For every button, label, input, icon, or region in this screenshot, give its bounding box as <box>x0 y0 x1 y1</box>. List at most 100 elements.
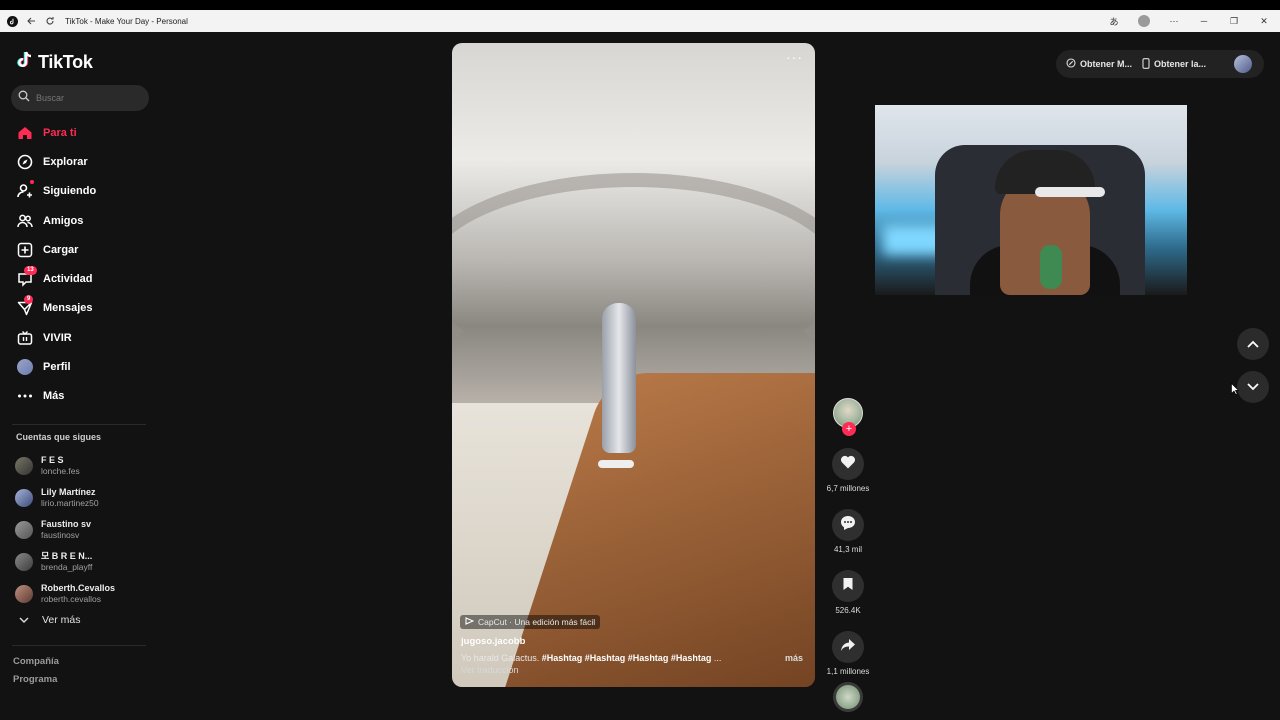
browser-titlebar: TikTok - Make Your Day - Personal あ ⋯ ─ … <box>0 10 1280 32</box>
top-strip <box>0 0 1280 10</box>
following-account[interactable]: Lily Martínez lirio.martinez50 <box>0 482 160 514</box>
comments-count: 41,3 mil <box>833 545 862 554</box>
minimize-button[interactable]: ─ <box>1196 13 1212 29</box>
main-nav: Para ti Explorar Siguiendo Amigos Cargar… <box>0 118 160 411</box>
creator-avatar[interactable]: + <box>833 398 863 436</box>
nav-label: Cargar <box>43 243 79 256</box>
nav-item-explorar[interactable]: Explorar <box>0 147 160 176</box>
video-player[interactable]: ··· CapCut · Una edición más fácil jugos… <box>452 43 815 687</box>
hashtag-link[interactable]: #Hashtag <box>585 653 626 663</box>
hashtag-link[interactable]: #Hashtag <box>542 653 583 663</box>
comment-button[interactable] <box>832 509 864 541</box>
hashtag-link[interactable]: #Hashtag <box>671 653 712 663</box>
hashtag-link[interactable]: #Hashtag <box>628 653 669 663</box>
like-button[interactable] <box>832 448 864 480</box>
avatar <box>15 457 33 475</box>
notification-dot <box>30 179 34 184</box>
search-box[interactable] <box>11 85 149 111</box>
translate-icon[interactable]: あ <box>1106 13 1122 29</box>
video-frame-board <box>598 460 634 468</box>
tiktok-app-icon <box>5 14 19 28</box>
pill-label: Obtener la... <box>1154 59 1207 69</box>
top-right-toolbar: Obtener M... Obtener la... <box>1056 50 1264 78</box>
music-disc-icon[interactable] <box>833 682 863 712</box>
see-more-label: Ver más <box>42 614 81 626</box>
following-account[interactable]: Faustino sv faustinosv <box>0 514 160 546</box>
see-translation-link[interactable]: Ver traducción <box>461 665 519 675</box>
avatar <box>15 553 33 571</box>
capcut-icon <box>465 617 475 627</box>
video-frame-figure <box>602 303 636 453</box>
next-video-button[interactable] <box>1237 371 1269 403</box>
search-input[interactable] <box>36 93 136 103</box>
nav-item-amigos[interactable]: Amigos <box>0 206 160 235</box>
nav-item-cargar[interactable]: Cargar <box>0 235 160 264</box>
nav-item-mas[interactable]: Más <box>0 382 160 411</box>
nav-label: Amigos <box>43 214 84 227</box>
saves-count: 526.4K <box>835 606 861 615</box>
following-account[interactable]: F E Slonche.fes <box>0 450 160 482</box>
sidebar-divider <box>12 645 146 646</box>
heart-icon <box>840 455 856 474</box>
phone-icon <box>1142 57 1150 71</box>
likes-count: 6,7 millones <box>826 484 870 493</box>
footer-links: Compañía Programa <box>13 656 59 700</box>
restore-button[interactable]: ❐ <box>1226 13 1242 29</box>
footer-link-programa[interactable]: Programa <box>13 674 59 692</box>
nav-item-siguiendo[interactable]: Siguiendo <box>0 177 160 206</box>
account-name: Faustino sv <box>41 519 92 529</box>
description-text: Yo harald Galactus. <box>461 653 540 663</box>
capcut-banner[interactable]: CapCut · Una edición más fácil <box>460 615 601 629</box>
pill-label: Obtener M... <box>1080 59 1133 69</box>
home-icon <box>16 124 33 141</box>
video-username[interactable]: jugoso.jacobb <box>461 636 525 647</box>
webcam-overlay <box>875 105 1187 295</box>
previous-video-button[interactable] <box>1237 328 1269 360</box>
get-coins-button[interactable]: Obtener M... <box>1066 58 1132 70</box>
mouse-cursor-icon <box>1231 382 1240 400</box>
save-button[interactable] <box>832 570 864 602</box>
nav-item-mensajes[interactable]: 9 Mensajes <box>0 294 160 323</box>
share-button[interactable] <box>832 631 864 663</box>
account-handle: roberth.cevallos <box>41 594 102 604</box>
logo-text: TikTok <box>38 52 93 72</box>
account-name: Roberth.Cevallos <box>41 583 116 593</box>
video-more-options-icon[interactable]: ··· <box>786 49 803 65</box>
share-icon <box>840 638 856 657</box>
avatar <box>16 359 33 376</box>
menu-dots-icon[interactable]: ⋯ <box>1166 13 1182 29</box>
user-avatar[interactable] <box>1234 55 1252 73</box>
following-account[interactable]: Roberth.Cevallos roberth.cevallos <box>0 578 160 610</box>
nav-label: Siguiendo <box>43 185 97 198</box>
live-icon <box>16 329 33 346</box>
get-app-button[interactable]: Obtener la... <box>1142 57 1207 71</box>
profile-avatar[interactable] <box>1136 13 1152 29</box>
follow-plus-icon[interactable]: + <box>842 422 856 436</box>
chevron-down-icon <box>18 617 30 623</box>
more-description-button[interactable]: más <box>785 653 803 663</box>
back-icon[interactable] <box>24 14 38 28</box>
tiktok-logo[interactable]: TikTok <box>16 50 93 75</box>
nav-item-perfil[interactable]: Perfil <box>0 352 160 381</box>
following-list: F E Slonche.fes Lily Martínez lirio.marti… <box>0 450 160 610</box>
comment-icon <box>840 515 856 535</box>
nav-label: Perfil <box>43 361 71 374</box>
video-actions: + 6,7 millones 41,3 mil 526.4K 1,1 millo… <box>824 398 872 712</box>
close-button[interactable]: ✕ <box>1256 13 1272 29</box>
nav-item-actividad[interactable]: 13 Actividad <box>0 264 160 293</box>
see-more-button[interactable]: Ver más <box>18 614 81 626</box>
following-icon <box>16 179 34 200</box>
tiktok-app: TikTok Para ti Explorar <box>0 32 1280 720</box>
nav-item-para-ti[interactable]: Para ti <box>0 118 160 147</box>
sidebar-divider <box>12 424 146 425</box>
account-name: 모 B R E N... <box>41 551 93 561</box>
following-account[interactable]: 모 B R E N... brenda_playff <box>0 546 160 578</box>
footer-link-compania[interactable]: Compañía <box>13 656 59 674</box>
webcam-microphone <box>1040 245 1062 289</box>
nav-label: VIVIR <box>43 331 72 344</box>
nav-item-vivir[interactable]: VIVIR <box>0 323 160 352</box>
webcam-cap-brim <box>1035 187 1105 197</box>
reload-icon[interactable] <box>43 14 57 28</box>
upload-icon <box>16 241 33 258</box>
chevron-up-icon <box>1247 335 1259 353</box>
